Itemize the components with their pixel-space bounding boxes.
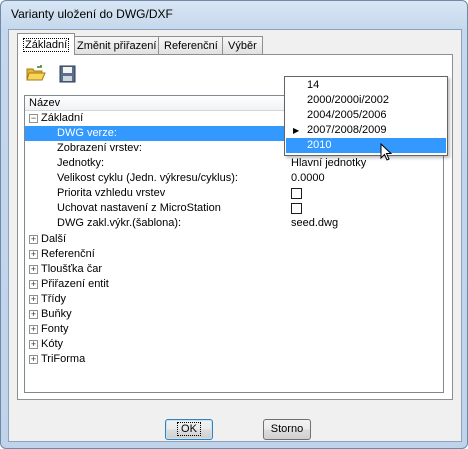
group-dalsi[interactable]: + Další — [25, 232, 443, 247]
window-title: Varianty uložení do DWG/DXF — [11, 7, 173, 21]
group-label: Buňky — [41, 308, 72, 320]
property-label: DWG zakl.výkr.(šablona): — [57, 217, 182, 229]
dropdown-option-2007[interactable]: ▶ 2007/2008/2009 — [286, 123, 446, 138]
group-label: Třídy — [41, 293, 67, 305]
option-label: 2004/2005/2006 — [307, 109, 387, 121]
group-label: Další — [41, 233, 67, 245]
option-label: 2007/2008/2009 — [307, 124, 387, 136]
floppy-save-icon[interactable] — [58, 65, 78, 83]
tab-label: Základní — [23, 38, 70, 52]
tab-zmenit-prirazeni[interactable]: Změnit přiřazení — [71, 36, 163, 54]
group-prirazeni-entit[interactable]: + Přiřazení entit — [25, 277, 443, 292]
group-label: Tloušťka čar — [41, 263, 102, 275]
property-label: Jednotky: — [57, 157, 105, 169]
expand-icon[interactable]: + — [29, 235, 38, 244]
group-bunky[interactable]: + Buňky — [25, 307, 443, 322]
option-label: 2000/2000i/2002 — [307, 94, 389, 106]
expand-icon[interactable]: + — [29, 340, 38, 349]
expand-icon[interactable]: + — [29, 250, 38, 259]
property-priorita-vzhledu[interactable]: Priorita vzhledu vrstev — [25, 186, 443, 201]
group-tloustka-car[interactable]: + Tloušťka čar — [25, 262, 443, 277]
dropdown-option-2000[interactable]: 2000/2000i/2002 — [286, 93, 446, 108]
expand-icon[interactable]: + — [29, 310, 38, 319]
collapse-icon[interactable]: − — [29, 114, 38, 123]
property-velikost-cyklu[interactable]: Velikost cyklu (Jedn. výkresu/cyklus): 0… — [25, 171, 443, 186]
group-fonty[interactable]: + Fonty — [25, 322, 443, 337]
option-label: 14 — [307, 79, 320, 91]
group-label: Fonty — [41, 323, 69, 335]
group-koty[interactable]: + Kóty — [25, 337, 443, 352]
property-label: Priorita vzhledu vrstev — [57, 187, 166, 199]
property-label: Zobrazení vrstev: — [57, 142, 142, 154]
property-value[interactable]: 0.0000 — [291, 171, 325, 186]
dwg-version-dropdown[interactable]: 14 2000/2000i/2002 2004/2005/2006 ▶ 2007/… — [284, 76, 448, 156]
dropdown-option-2004[interactable]: 2004/2005/2006 — [286, 108, 446, 123]
dropdown-option-14[interactable]: 14 — [286, 78, 446, 93]
tab-zakladni[interactable]: Základní — [17, 33, 76, 55]
uchovat-checkbox[interactable] — [291, 203, 302, 214]
cancel-button[interactable]: Storno — [263, 419, 311, 440]
expand-icon[interactable]: + — [29, 265, 38, 274]
expand-icon[interactable]: + — [29, 280, 38, 289]
column-header-name: Název — [29, 97, 61, 109]
property-value[interactable]: Hlavní jednotky — [291, 156, 366, 171]
group-tridy[interactable]: + Třídy — [25, 292, 443, 307]
expand-icon[interactable]: + — [29, 295, 38, 304]
group-label: Přiřazení entit — [41, 278, 109, 290]
dialog-window: Varianty uložení do DWG/DXF Základní Změ… — [0, 0, 468, 449]
tab-vyber[interactable]: Výběr — [222, 36, 263, 54]
group-triforma[interactable]: + TriForma — [25, 352, 443, 367]
dropdown-option-2010[interactable]: 2010 — [286, 138, 446, 153]
current-value-marker-icon: ▶ — [293, 126, 300, 135]
property-value[interactable]: seed.dwg — [291, 216, 338, 231]
group-label: Kóty — [41, 338, 64, 350]
priorita-checkbox[interactable] — [291, 188, 302, 199]
property-label: Velikost cyklu (Jedn. výkresu/cyklus): — [57, 172, 238, 184]
option-label: 2010 — [307, 139, 332, 151]
property-label: Uchovat nastavení z MicroStation — [57, 202, 221, 214]
mouse-pointer-icon — [380, 142, 394, 166]
section-label: Základní — [41, 112, 84, 124]
tab-referencni[interactable]: Referenční — [158, 36, 224, 54]
group-referencni[interactable]: + Referenční — [25, 247, 443, 262]
property-dwg-sablona[interactable]: DWG zakl.výkr.(šablona): seed.dwg — [25, 216, 443, 231]
group-label: TriForma — [41, 353, 86, 365]
ok-button[interactable]: OK — [165, 419, 213, 440]
group-label: Referenční — [41, 248, 95, 260]
expand-icon[interactable]: + — [29, 355, 38, 364]
property-uchovat-nastaveni[interactable]: Uchovat nastavení z MicroStation — [25, 201, 443, 216]
ok-label: OK — [177, 422, 201, 436]
property-label: DWG verze: — [57, 127, 117, 139]
folder-open-icon[interactable] — [26, 65, 46, 83]
expand-icon[interactable]: + — [29, 325, 38, 334]
